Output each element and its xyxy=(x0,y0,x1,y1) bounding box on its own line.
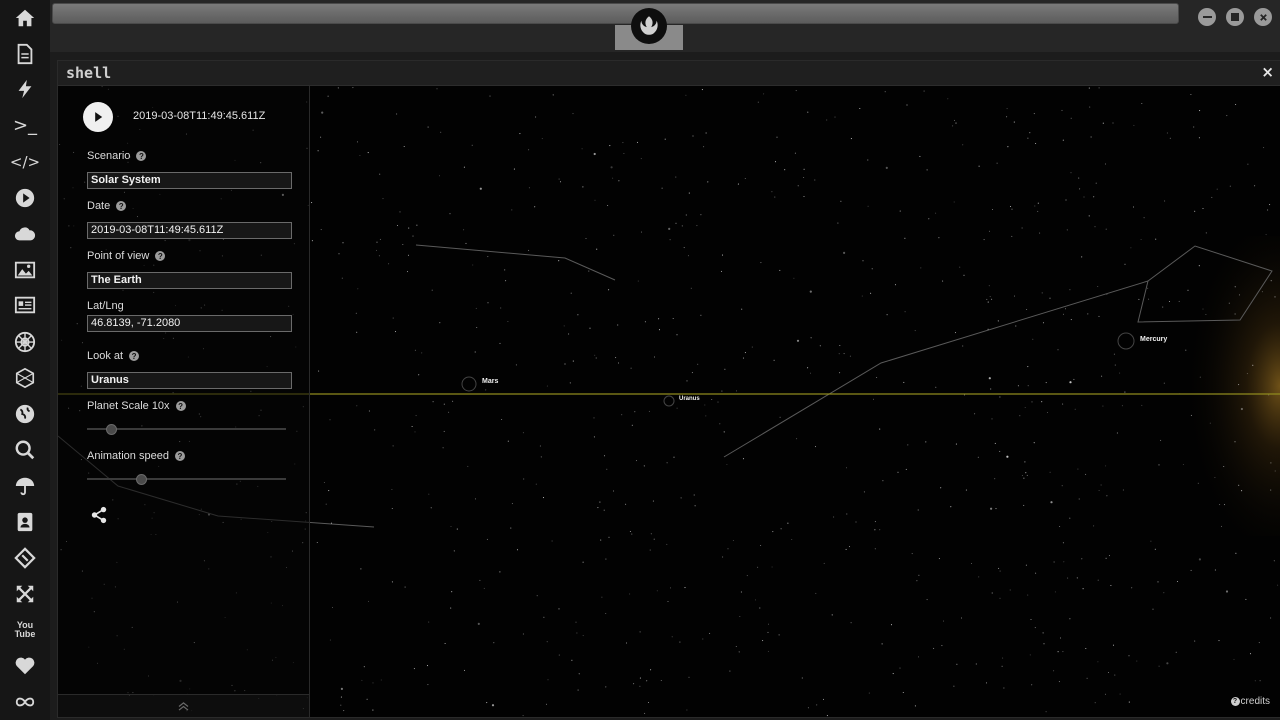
hexagon-icon[interactable] xyxy=(9,362,41,394)
mercury-label: Mercury xyxy=(1140,336,1168,343)
date-input[interactable]: 2019-03-08T11:49:45.611Z xyxy=(87,222,292,239)
uranus-label: Uranus xyxy=(679,396,700,402)
git-icon[interactable] xyxy=(9,542,41,574)
planet-scale-knob[interactable] xyxy=(106,424,117,435)
minimize-button[interactable] xyxy=(1198,8,1216,26)
bolt-icon[interactable] xyxy=(9,73,41,105)
code-icon[interactable]: </> xyxy=(9,146,41,178)
infinity-icon[interactable] xyxy=(9,686,41,718)
app-dock: >_ </> You Tube xyxy=(0,0,50,720)
point-of-view-select[interactable]: The Earth xyxy=(87,272,292,289)
look-at-label-row: Look at ? xyxy=(87,350,140,362)
terminal-icon[interactable]: >_ xyxy=(9,110,41,142)
play-icon[interactable] xyxy=(9,182,41,214)
home-icon[interactable] xyxy=(9,2,41,34)
credits-link[interactable]: ? credits xyxy=(1230,696,1270,707)
look-at-help-icon[interactable]: ? xyxy=(129,351,140,361)
point-of-view-label-row: Point of view ? xyxy=(87,250,166,262)
sun-glow xyxy=(1118,236,1280,536)
cloud-icon[interactable] xyxy=(9,218,41,250)
top-bar xyxy=(50,0,1280,52)
shell-header: shell × xyxy=(58,61,1280,86)
date-label-row: Date ? xyxy=(87,200,127,212)
play-button[interactable] xyxy=(83,102,113,132)
planet-scale-label-row: Planet Scale 10x ? xyxy=(87,400,186,412)
animation-speed-knob[interactable] xyxy=(136,474,147,485)
planet-scale-label: Planet Scale 10x xyxy=(87,400,170,412)
rebel-icon[interactable] xyxy=(9,326,41,358)
look-at-select[interactable]: Uranus xyxy=(87,372,292,389)
desktop: >_ </> You Tube shell × Mars Uranus Merc… xyxy=(0,0,1280,720)
maximize-button[interactable] xyxy=(1226,8,1244,26)
rebel-logo-icon xyxy=(631,8,667,44)
scenario-label-row: Scenario ? xyxy=(87,150,147,162)
search-icon[interactable] xyxy=(9,434,41,466)
look-at-label: Look at xyxy=(87,350,124,362)
chevron-up-icon xyxy=(178,701,189,711)
animation-speed-label-row: Animation speed ? xyxy=(87,450,185,462)
scenario-label: Scenario xyxy=(87,150,131,162)
panel-collapse-toggle[interactable] xyxy=(58,694,309,717)
point-of-view-help-icon[interactable]: ? xyxy=(155,251,166,261)
brand-tab[interactable] xyxy=(615,0,683,50)
news-icon[interactable] xyxy=(9,289,41,321)
point-of-view-label: Point of view xyxy=(87,250,150,262)
planet-scale-help-icon[interactable]: ? xyxy=(175,401,186,411)
close-window-button[interactable] xyxy=(1254,8,1272,26)
image-icon[interactable] xyxy=(9,254,41,286)
mars-marker[interactable] xyxy=(461,376,477,392)
uranus-marker[interactable] xyxy=(663,395,675,407)
animation-speed-help-icon[interactable]: ? xyxy=(174,451,185,461)
mars-label: Mars xyxy=(482,378,499,385)
share-icon[interactable] xyxy=(90,506,110,526)
scenario-help-icon[interactable]: ? xyxy=(136,151,147,161)
shell-title: shell xyxy=(66,64,112,82)
terminal-glyph: >_ xyxy=(12,115,38,136)
scenario-select[interactable]: Solar System xyxy=(87,172,292,189)
credits-help-icon: ? xyxy=(1230,697,1240,706)
umbrella-icon[interactable] xyxy=(9,470,41,502)
date-help-icon[interactable]: ? xyxy=(116,201,127,211)
shell-window: shell × Mars Uranus Mercury ? credits 20… xyxy=(57,60,1280,718)
heart-icon[interactable] xyxy=(9,650,41,682)
current-time: 2019-03-08T11:49:45.611Z xyxy=(133,110,266,122)
latlng-input[interactable]: 46.8139, -71.2080 xyxy=(87,315,292,332)
latlng-label: Lat/Lng xyxy=(87,300,124,312)
shell-close-button[interactable]: × xyxy=(1261,63,1274,81)
control-panel: 2019-03-08T11:49:45.611Z Scenario ? Sola… xyxy=(58,86,310,717)
animation-speed-slider[interactable] xyxy=(87,474,286,485)
latlng-label-row: Lat/Lng xyxy=(87,300,124,312)
document-icon[interactable] xyxy=(9,38,41,70)
planet-scale-slider[interactable] xyxy=(87,424,286,435)
code-glyph: </> xyxy=(9,152,41,171)
animation-speed-label: Animation speed xyxy=(87,450,169,462)
youtube-icon[interactable]: You Tube xyxy=(9,614,41,646)
expand-icon[interactable] xyxy=(9,578,41,610)
date-label: Date xyxy=(87,200,111,212)
globe-icon[interactable] xyxy=(9,398,41,430)
credits-label: credits xyxy=(1240,696,1270,707)
youtube-text: You Tube xyxy=(14,620,36,639)
contact-icon[interactable] xyxy=(9,506,41,538)
